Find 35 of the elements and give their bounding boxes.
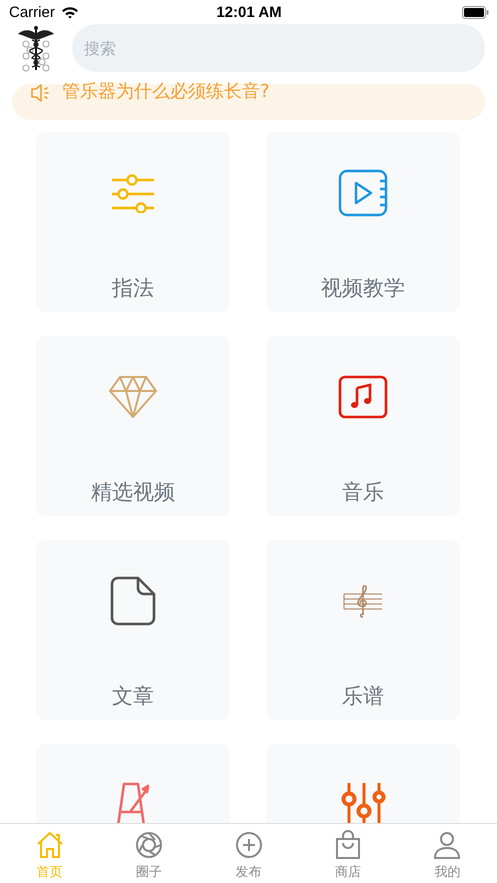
- aperture-icon: [134, 830, 164, 860]
- metronome-icon: [116, 782, 150, 823]
- score-icon: [343, 584, 383, 618]
- feature-card[interactable]: 视频教学: [266, 132, 460, 312]
- tab-item[interactable]: 发布: [198, 824, 298, 883]
- carrier-name: Carrier: [9, 4, 55, 20]
- battery-icon: [462, 6, 489, 18]
- feature-card[interactable]: 乐谱: [266, 540, 460, 720]
- feature-label: 视频教学: [321, 275, 405, 302]
- sliders-icon: [111, 173, 155, 213]
- tab-item[interactable]: 商店: [298, 824, 398, 883]
- music-icon: [338, 375, 388, 419]
- feature-card[interactable]: 精选视频: [36, 336, 230, 516]
- feature-card[interactable]: 文章: [36, 540, 230, 720]
- plus-icon: [234, 830, 264, 860]
- tab-item[interactable]: 圈子: [99, 824, 199, 883]
- feature-label: 文章: [112, 683, 154, 710]
- speaker-icon: [30, 84, 50, 102]
- feature-label: 音乐: [342, 479, 384, 506]
- search-field[interactable]: 搜索: [72, 24, 485, 72]
- feature-label: 精选视频: [91, 479, 175, 506]
- notice-text: 管乐器为什么必须练长音?: [62, 82, 270, 102]
- feature-label: 指法: [112, 275, 154, 302]
- home-icon: [34, 830, 65, 860]
- person-icon: [432, 830, 462, 860]
- document-icon: [110, 576, 156, 626]
- clock-time: 12:01 AM: [216, 4, 282, 20]
- tab-item[interactable]: 我的: [398, 824, 497, 883]
- wifi-icon: [60, 6, 79, 18]
- video-icon: [338, 169, 388, 217]
- feature-card[interactable]: 音乐: [266, 336, 460, 516]
- feature-card[interactable]: 指法: [36, 132, 230, 312]
- feature-label: 乐谱: [342, 683, 384, 710]
- diamond-icon: [108, 375, 158, 419]
- logo-icon: [16, 24, 56, 72]
